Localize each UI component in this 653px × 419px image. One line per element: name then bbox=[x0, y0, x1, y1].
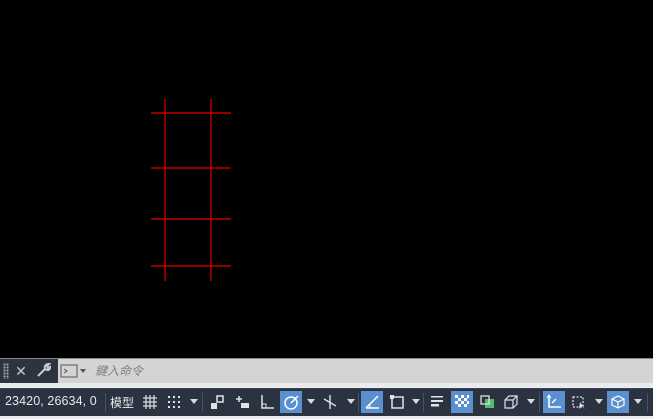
command-prompt-icon[interactable] bbox=[60, 363, 88, 379]
gizmo-icon[interactable] bbox=[607, 391, 629, 413]
separator bbox=[423, 393, 424, 412]
isometric-drafting-icon[interactable] bbox=[319, 391, 341, 413]
object-snap-icon[interactable] bbox=[386, 391, 408, 413]
model-space-button[interactable]: 模型 bbox=[110, 394, 134, 411]
separator bbox=[539, 393, 540, 412]
polar-tracking-icon[interactable] bbox=[280, 391, 302, 413]
selection-cycling-icon[interactable] bbox=[476, 391, 498, 413]
chevron-down-icon[interactable] bbox=[527, 399, 535, 404]
chevron-down-icon[interactable] bbox=[307, 399, 315, 404]
command-line-toolbar: ✕ bbox=[0, 359, 58, 383]
separator bbox=[105, 393, 106, 412]
separator bbox=[647, 393, 648, 412]
separator bbox=[202, 393, 203, 412]
drag-handle-icon[interactable] bbox=[3, 363, 9, 379]
drawing-canvas[interactable] bbox=[0, 0, 653, 358]
lineweight-icon[interactable] bbox=[426, 391, 448, 413]
coordinates-readout[interactable]: 23420, 26634, 0 bbox=[5, 394, 97, 408]
wrench-icon[interactable] bbox=[35, 362, 53, 380]
command-input[interactable] bbox=[95, 361, 635, 381]
grid-icon[interactable] bbox=[139, 391, 161, 413]
close-icon[interactable]: ✕ bbox=[12, 362, 30, 380]
3d-object-snap-icon[interactable] bbox=[500, 391, 522, 413]
object-snap-tracking-icon[interactable] bbox=[361, 391, 383, 413]
chevron-down-icon[interactable] bbox=[190, 399, 198, 404]
dynamic-input-icon[interactable] bbox=[231, 391, 253, 413]
status-bar: 23420, 26634, 0 模型 bbox=[0, 383, 653, 419]
status-bar-inner: 23420, 26634, 0 模型 bbox=[0, 388, 653, 416]
drawing-area[interactable] bbox=[0, 0, 653, 358]
chevron-down-icon[interactable] bbox=[347, 399, 355, 404]
selection-filter-icon[interactable] bbox=[568, 391, 590, 413]
command-line: ✕ bbox=[0, 358, 653, 383]
ladder-drawing[interactable] bbox=[151, 99, 231, 281]
chevron-down-icon[interactable] bbox=[412, 399, 420, 404]
separator bbox=[358, 393, 359, 412]
ortho-mode-icon[interactable] bbox=[256, 391, 278, 413]
chevron-down-icon[interactable] bbox=[595, 399, 603, 404]
dynamic-ucs-icon[interactable] bbox=[543, 391, 565, 413]
infer-constraints-icon[interactable] bbox=[206, 391, 228, 413]
snap-mode-icon[interactable] bbox=[163, 391, 185, 413]
transparency-icon[interactable] bbox=[451, 391, 473, 413]
chevron-down-icon[interactable] bbox=[634, 399, 642, 404]
